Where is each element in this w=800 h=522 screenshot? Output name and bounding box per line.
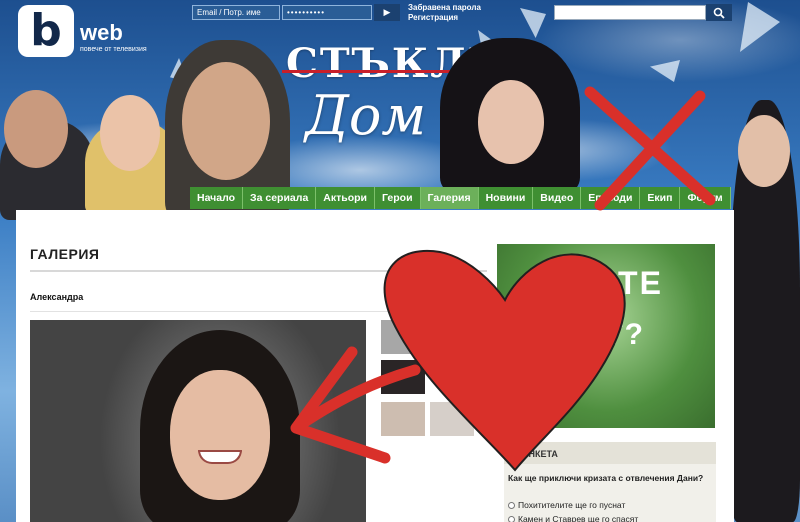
ad-text-line2: ОСТ?: [556, 318, 645, 351]
cast-face-4: [478, 80, 544, 164]
cast-face-1: [4, 90, 68, 168]
arrow-right-icon: ▶: [383, 7, 391, 17]
divider: [30, 311, 487, 312]
gallery-thumbnail[interactable]: [430, 402, 474, 436]
nav-item-gallery[interactable]: Галерия: [420, 187, 479, 209]
nav-item-actors[interactable]: Актьори: [316, 187, 375, 209]
nav-item-episodes[interactable]: Епизоди: [581, 187, 641, 209]
register-link[interactable]: Регистрация: [408, 13, 458, 22]
poll-option[interactable]: Похитителите ще го пуснат: [508, 500, 625, 510]
gallery-thumbnail[interactable]: [381, 402, 425, 436]
nav-item-home[interactable]: Начало: [190, 187, 244, 209]
logo-tagline: повече от телевизия: [80, 46, 147, 53]
divider: [30, 270, 487, 272]
gallery-thumbnail[interactable]: [381, 320, 425, 354]
logo-web-text: web: [80, 20, 123, 45]
nav-item-news[interactable]: Новини: [478, 187, 534, 209]
poll-option-label: Похитителите ще го пуснат: [518, 500, 626, 510]
radio-button[interactable]: [508, 515, 515, 522]
poll-question: Как ще приключи кризата с отвлечения Дан…: [508, 473, 704, 483]
gallery-main-photo[interactable]: [30, 320, 366, 522]
cast-face-5: [738, 115, 790, 187]
show-title-line2: Дом: [305, 84, 427, 147]
radio-button[interactable]: [508, 501, 515, 509]
btv-logo[interactable]: b: [18, 5, 74, 57]
username-input[interactable]: Email / Потр. име: [192, 5, 280, 20]
gallery-thumbnail[interactable]: [381, 360, 425, 394]
password-input[interactable]: ••••••••••: [282, 5, 372, 20]
poll-option-label: Камен и Ставрев ще го спасят: [518, 514, 639, 522]
nav-item-about[interactable]: За сериала: [243, 187, 317, 209]
search-button[interactable]: [706, 4, 732, 21]
photo-caption: Александра: [30, 292, 84, 302]
nav-item-team[interactable]: Екип: [640, 187, 681, 209]
poll-option[interactable]: Камен и Ставрев ще го спасят: [508, 514, 638, 522]
cast-face-2: [100, 95, 160, 171]
search-input[interactable]: [554, 5, 706, 20]
page-title: ГАЛЕРИЯ: [30, 246, 100, 262]
logo-letter: b: [30, 5, 62, 56]
nav-item-forum[interactable]: Форум: [680, 187, 731, 209]
photo-face: [170, 370, 270, 500]
main-nav: Начало За сериала Актьори Герои Галерия …: [190, 187, 731, 209]
cast-face-3: [182, 62, 270, 180]
nav-item-video[interactable]: Видео: [533, 187, 582, 209]
forgot-password-link[interactable]: Забравена парола: [408, 3, 481, 13]
title-strikethrough: [282, 70, 472, 73]
login-submit-button[interactable]: ▶: [374, 4, 400, 21]
search-icon: [713, 7, 725, 19]
nav-item-characters[interactable]: Герои: [375, 187, 421, 209]
poll-title: АНКЕТА: [522, 449, 558, 459]
ad-text-line1: ИКАТЕ: [548, 265, 663, 301]
